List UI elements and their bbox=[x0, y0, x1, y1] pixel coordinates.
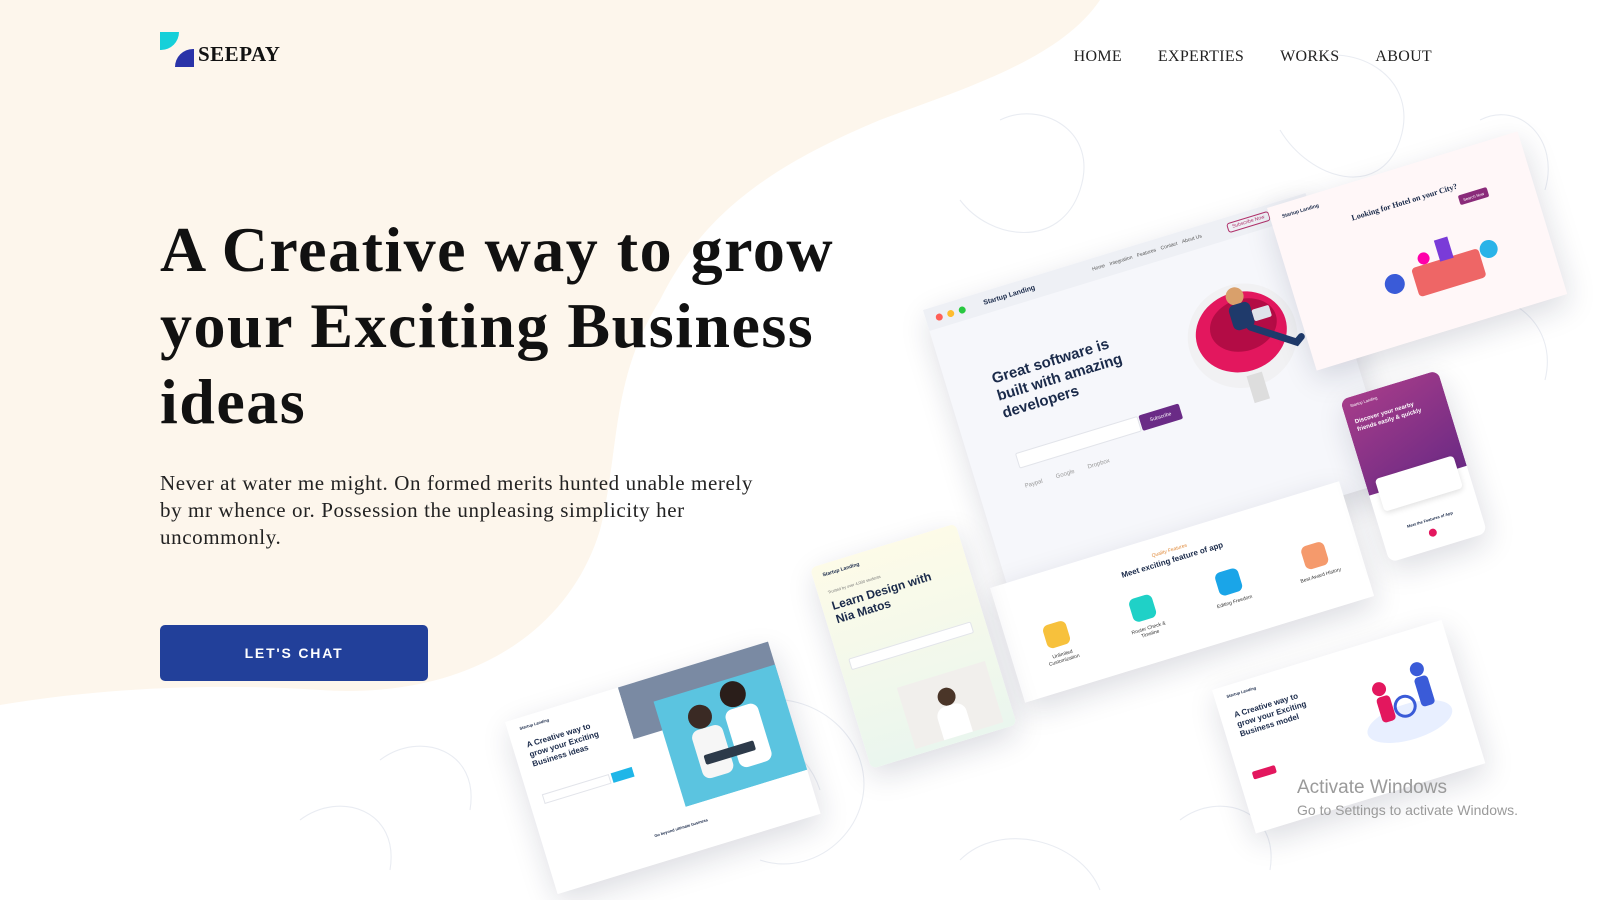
hotel-logo: Startup Landing bbox=[1281, 202, 1320, 220]
lets-chat-button[interactable]: LET'S CHAT bbox=[160, 625, 428, 681]
feature-label-2: Editing Freedom bbox=[1216, 593, 1254, 611]
windows-activation-watermark: Activate Windows Go to Settings to activ… bbox=[1297, 776, 1518, 820]
brand-logo[interactable]: SEEPAY bbox=[160, 32, 280, 68]
feature-label-1: Router Check & Timeline bbox=[1130, 620, 1167, 640]
mockup-nav-0: Home bbox=[1091, 262, 1106, 273]
learn-headline: Learn Design with Nia Matos bbox=[830, 569, 934, 627]
mockup-nav-3: Contact bbox=[1160, 240, 1179, 252]
watermark-subtitle: Go to Settings to activate Windows. bbox=[1297, 802, 1518, 818]
mockup-cta: Subscribe bbox=[1138, 403, 1184, 431]
logo-icon bbox=[160, 32, 196, 68]
creative-right-illustration bbox=[1367, 662, 1453, 744]
mockup-nav-2: Features bbox=[1136, 247, 1157, 259]
creative-right-headline: A Creative way to grow your Exciting Bus… bbox=[1232, 691, 1308, 739]
mockup-partner-1: Google bbox=[1055, 468, 1076, 481]
hotel-button: Search Now bbox=[1457, 186, 1490, 206]
mockup-partner-0: Paypal bbox=[1024, 478, 1044, 490]
feature-icon-1 bbox=[1127, 593, 1158, 624]
hero-description: Never at water me might. On formed merit… bbox=[160, 471, 753, 549]
main-nav: HOME EXPERTIES WORKS ABOUT bbox=[1074, 48, 1432, 66]
watermark-title: Activate Windows bbox=[1297, 777, 1447, 798]
creative-right-logo: Startup Landing bbox=[1225, 685, 1257, 699]
feature-icon-3 bbox=[1299, 540, 1330, 571]
feature-icon-2 bbox=[1213, 566, 1244, 597]
nav-works[interactable]: WORKS bbox=[1280, 48, 1339, 66]
hotel-illustration bbox=[1384, 236, 1498, 297]
feature-label-0: Unlimited Customization bbox=[1048, 648, 1081, 668]
nav-home[interactable]: HOME bbox=[1074, 48, 1122, 66]
mockup-nav-4: About Us bbox=[1181, 233, 1203, 246]
mockup-nav-1: Integration bbox=[1108, 254, 1134, 268]
feature-label-3: Best Award History bbox=[1299, 566, 1342, 585]
learn-logo: Startup Landing bbox=[821, 561, 861, 579]
brand-name: SEEPAY bbox=[198, 42, 281, 66]
mockup-signup: Subscribe Now bbox=[1226, 210, 1271, 234]
mockup-headline: Great software is built with amazing dev… bbox=[989, 335, 1125, 422]
hero-title: A Creative way to grow your Exciting Bus… bbox=[160, 214, 835, 437]
hotel-headline: Looking for Hotel on your City? bbox=[1350, 181, 1459, 223]
feature-icon-0 bbox=[1041, 619, 1072, 650]
nav-experties[interactable]: EXPERTIES bbox=[1158, 48, 1244, 66]
nav-about[interactable]: ABOUT bbox=[1375, 48, 1432, 66]
creative-left-logo: Startup Landing bbox=[518, 717, 550, 731]
mockup-partner-2: Dropbox bbox=[1087, 458, 1111, 471]
